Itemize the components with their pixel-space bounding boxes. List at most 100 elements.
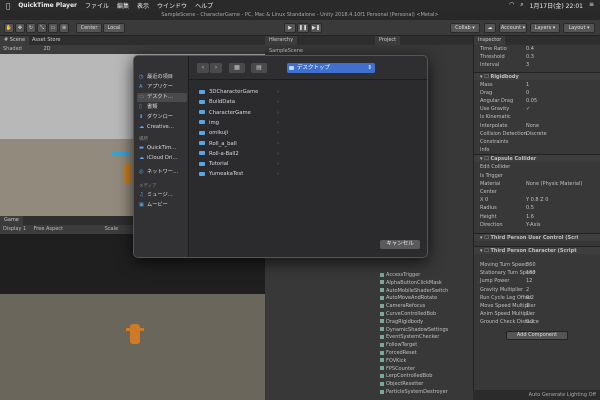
sidebar-item[interactable]: ▬ QuickTim… xyxy=(137,144,187,153)
cancel-button[interactable]: キャンセル xyxy=(380,240,420,249)
view-mode-icon[interactable]: ▦ xyxy=(229,63,245,73)
field-value[interactable]: 0.05 xyxy=(526,97,537,105)
field-value[interactable]: 360 xyxy=(526,261,536,269)
field-value[interactable]: Y-Axis xyxy=(526,221,541,229)
move-tool-icon[interactable]: ✥ xyxy=(15,23,25,33)
field-value[interactable]: 1 xyxy=(526,302,529,310)
step-icon[interactable]: ▶❚ xyxy=(310,23,322,33)
rotate-tool-icon[interactable]: ↻ xyxy=(26,23,36,33)
collab-dropdown[interactable]: Collab ▾ xyxy=(450,23,480,33)
component-toggle-icon[interactable]: ▾ ☐ xyxy=(480,156,490,162)
project-script-item[interactable]: AccessTrigger xyxy=(380,272,473,279)
sidebar-item[interactable]: ▣ ムービー xyxy=(137,201,187,210)
wifi-icon[interactable]: ◠ xyxy=(509,1,514,10)
sidebar-item[interactable]: ▭ デスクト… xyxy=(137,93,187,102)
sidebar-item[interactable]: A アプリケー xyxy=(137,83,187,92)
field-value[interactable]: None xyxy=(526,122,539,130)
project-script-item[interactable]: ForcedReset xyxy=(380,350,473,357)
location-dropdown[interactable]: デスクトップ ⇕ xyxy=(287,63,375,73)
add-component-button[interactable]: Add Component xyxy=(506,330,568,340)
tab-hierarchy[interactable]: Hierarchy xyxy=(265,36,298,45)
folder-row[interactable]: Roll-a-Ball2 › xyxy=(199,150,279,159)
game-view[interactable] xyxy=(0,234,265,400)
sidebar-item[interactable]: ☁ Creative… xyxy=(137,123,187,132)
forward-icon[interactable]: › xyxy=(210,63,222,73)
folder-row[interactable]: YumeakaTest › xyxy=(199,170,279,179)
project-script-item[interactable]: DragRigidbody xyxy=(380,319,473,326)
component-toggle-icon[interactable]: ▾ ☐ xyxy=(480,74,490,80)
menu-edit[interactable]: 編集 xyxy=(117,1,129,10)
folder-row[interactable]: BuildData › xyxy=(199,98,279,107)
layout-dropdown[interactable]: Layout ▾ xyxy=(563,23,595,33)
menu-help[interactable]: ヘルプ xyxy=(195,1,213,10)
display-dropdown[interactable]: Display 1 xyxy=(3,226,26,232)
field-value[interactable]: 180 xyxy=(526,269,536,277)
folder-row[interactable]: 3DCharacterGame › xyxy=(199,88,279,97)
field-value[interactable]: 0 xyxy=(526,89,529,97)
field-value[interactable]: 1 xyxy=(526,81,529,89)
component-toggle-icon[interactable]: ▾ ☐ xyxy=(480,235,490,241)
field-value[interactable]: Y 0.8 Z 0 xyxy=(526,196,548,204)
component-capsule-collider[interactable]: ▾ ☐ Capsule Collider xyxy=(474,154,600,163)
back-icon[interactable]: ‹ xyxy=(197,63,209,73)
sidebar-item[interactable]: ◎ ネットワー… xyxy=(137,168,187,177)
field-value[interactable]: 0.3 xyxy=(526,53,534,61)
scene-gizmo[interactable] xyxy=(112,152,130,156)
folder-row[interactable]: Tutorial › xyxy=(199,160,279,169)
tab-project[interactable]: Project xyxy=(375,36,401,45)
pause-icon[interactable]: ❚❚ xyxy=(297,23,309,33)
field-value[interactable]: 2 xyxy=(526,286,529,294)
sidebar-item[interactable]: ☁ iCloud Dri… xyxy=(137,154,187,163)
account-dropdown[interactable]: Account ▾ xyxy=(499,23,527,33)
hand-tool-icon[interactable]: ✋ xyxy=(4,23,14,33)
scale-tool-icon[interactable]: ⤡ xyxy=(37,23,47,33)
sidebar-item[interactable]: ⬇ ダウンロー xyxy=(137,113,187,122)
field-value[interactable]: 0.2 xyxy=(526,294,534,302)
project-script-item[interactable]: ParticleSystemDestroyer xyxy=(380,389,473,396)
component-third-person-user-control[interactable]: ▾ ☐ Third Person User Control (Scri xyxy=(474,233,600,241)
folder-row[interactable]: CharacterGame › xyxy=(199,109,279,118)
field-value[interactable]: 3 xyxy=(526,61,529,69)
field-value[interactable]: 0.2 xyxy=(526,318,534,326)
project-script-item[interactable]: FollowTarget xyxy=(380,342,473,349)
folder-row[interactable]: img › xyxy=(199,119,279,128)
field-value[interactable]: 0.5 xyxy=(526,204,534,212)
search-icon[interactable]: ⌕ xyxy=(520,1,523,10)
component-rigidbody[interactable]: ▾ ☐ Rigidbody xyxy=(474,71,600,80)
project-script-item[interactable]: ObjectResetter xyxy=(380,381,473,388)
tab-game[interactable]: Game xyxy=(0,216,23,225)
component-toggle-icon[interactable]: ▾ ☐ xyxy=(480,248,490,254)
project-script-item[interactable]: AutoMoveAndRotate xyxy=(380,295,473,302)
list-icon[interactable]: ≡ xyxy=(589,1,594,10)
component-third-person-character[interactable]: ▾ ☐ Third Person Character (Script xyxy=(474,246,600,254)
project-script-item[interactable]: CameraRefocus xyxy=(380,303,473,310)
project-script-item[interactable]: EventSystemChecker xyxy=(380,334,473,341)
field-value[interactable]: 0.4 xyxy=(526,45,534,53)
apple-icon[interactable]:  xyxy=(6,2,10,10)
layers-dropdown[interactable]: Layers ▾ xyxy=(530,23,560,33)
field-value[interactable]: None (Physic Material) xyxy=(526,180,582,188)
project-script-item[interactable]: AutoMobileShaderSwitch xyxy=(380,288,473,295)
field-value[interactable]: ✓ xyxy=(526,105,530,113)
menu-view[interactable]: 表示 xyxy=(137,1,149,10)
sidebar-item[interactable]: ▯ 書類 xyxy=(137,103,187,112)
2d-toggle[interactable]: 2D xyxy=(43,46,50,52)
cloud-icon[interactable]: ☁ xyxy=(484,23,496,33)
field-value[interactable]: 1 xyxy=(526,310,529,318)
project-script-item[interactable]: FOVKick xyxy=(380,358,473,365)
project-script-item[interactable]: DynamicShadowSettings xyxy=(380,327,473,334)
project-script-item[interactable]: AlphaButtonClickMask xyxy=(380,280,473,287)
scene-character[interactable] xyxy=(124,164,132,184)
folder-row[interactable]: Roll_a_ball › xyxy=(199,140,279,149)
transform-tool-icon[interactable]: ⊕ xyxy=(59,23,69,33)
tab-scene[interactable]: # Scene xyxy=(0,36,30,45)
local-toggle[interactable]: Local xyxy=(103,23,125,33)
shading-dropdown[interactable]: Shaded xyxy=(3,46,22,52)
project-script-item[interactable]: FPSCounter xyxy=(380,366,473,373)
field-value[interactable]: Discrete xyxy=(526,130,547,138)
menu-file[interactable]: ファイル xyxy=(85,1,109,10)
rect-tool-icon[interactable]: ▭ xyxy=(48,23,58,33)
tab-inspector[interactable]: Inspector xyxy=(474,36,506,45)
group-icon[interactable]: ▤ xyxy=(251,63,267,73)
menu-window[interactable]: ウインドウ xyxy=(157,1,187,10)
